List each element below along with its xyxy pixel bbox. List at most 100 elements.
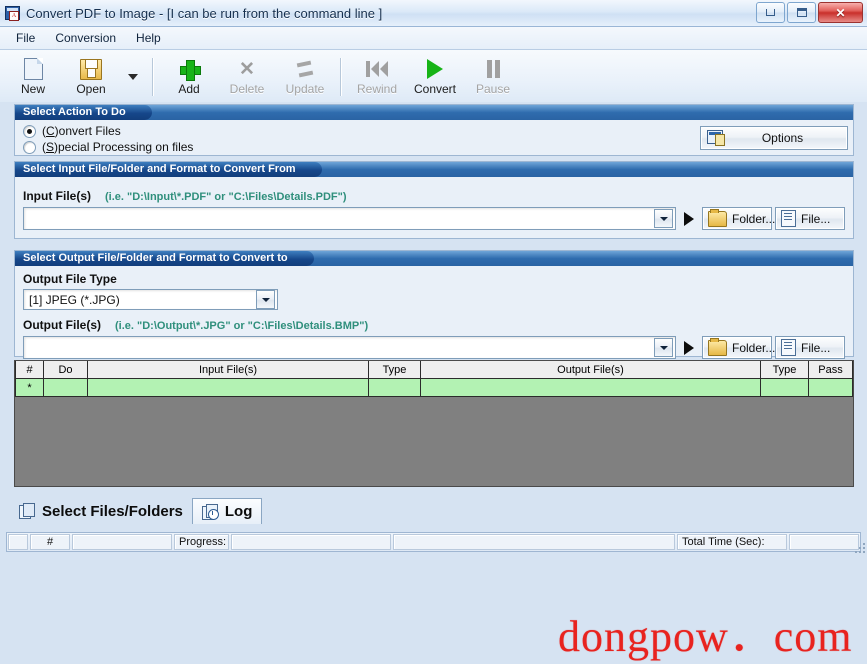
input-file-label: Input File(s) (23, 189, 91, 203)
toolbar-button-pause[interactable]: Pause (464, 50, 522, 104)
chevron-down-icon (128, 74, 138, 80)
maximize-button[interactable] (787, 2, 816, 23)
file-icon (781, 210, 796, 227)
options-window-icon (707, 130, 725, 146)
pause-icon (486, 58, 500, 80)
row-cell-pass[interactable] (808, 378, 853, 397)
table-row[interactable]: * (15, 378, 853, 397)
files-folders-icon (19, 503, 36, 519)
menu-item-file[interactable]: File (6, 29, 45, 47)
output-panel-body: Output File Type [1] JPEG (*.JPG) Output… (15, 266, 853, 365)
toolbar-button-new[interactable]: New (4, 50, 62, 104)
output-panel-header: Select Output File/Folder and Format to … (15, 251, 853, 266)
row-cell-output-type[interactable] (760, 378, 809, 397)
output-type-combo[interactable]: [1] JPEG (*.JPG) (23, 289, 278, 310)
output-panel: Select Output File/Folder and Format to … (14, 250, 854, 359)
files-grid[interactable]: # Do Input File(s) Type Output File(s) T… (14, 360, 854, 487)
toolbar-open-dropdown[interactable] (120, 50, 146, 104)
toolbar: New Open Add ✕ Delete Update Rewind Conv… (0, 50, 867, 105)
input-file-go-button[interactable] (679, 207, 699, 230)
column-header-input-files[interactable]: Input File(s) (87, 361, 369, 379)
status-progress-bar (231, 534, 391, 550)
row-cell-input[interactable] (87, 378, 369, 397)
toolbar-separator (152, 58, 154, 96)
toolbar-button-update[interactable]: Update (276, 50, 334, 104)
toolbar-label-delete: Delete (229, 82, 265, 96)
output-type-value: [1] JPEG (*.JPG) (29, 292, 120, 307)
row-cell-input-type[interactable] (368, 378, 421, 397)
input-folder-button[interactable]: Folder... (702, 207, 776, 230)
close-button[interactable]: ✕ (818, 2, 863, 23)
toolbar-button-add[interactable]: Add (160, 50, 218, 104)
window-controls: ✕ (756, 2, 863, 23)
toolbar-label-open: Open (76, 82, 106, 96)
output-folder-button[interactable]: Folder... (702, 336, 775, 359)
radio-convert-files-indicator (23, 124, 36, 138)
toolbar-button-open[interactable]: Open (62, 50, 120, 104)
column-header-number[interactable]: # (15, 361, 44, 379)
action-panel: Select Action To Do (C)onvert Files (S)p… (14, 104, 854, 156)
radio-special-processing-indicator (23, 140, 36, 154)
menu-item-conversion[interactable]: Conversion (45, 29, 126, 47)
input-panel-header: Select Input File/Folder and Format to C… (15, 162, 853, 177)
tab-strip: Select Files/Folders Log (10, 492, 861, 524)
files-grid-table: # Do Input File(s) Type Output File(s) T… (15, 361, 853, 397)
toolbar-label-update: Update (285, 82, 325, 96)
column-header-output-type[interactable]: Type (760, 361, 809, 379)
action-panel-header: Select Action To Do (15, 105, 853, 120)
app-icon: A (5, 5, 21, 21)
new-document-icon (23, 58, 43, 80)
rewind-icon (366, 58, 388, 80)
radio-special-processing-label: (S)pecial Processing on files (42, 140, 194, 154)
toolbar-button-rewind[interactable]: Rewind (348, 50, 406, 104)
files-grid-header-row: # Do Input File(s) Type Output File(s) T… (15, 361, 853, 379)
output-file-button[interactable]: File... (775, 336, 845, 359)
tab-log[interactable]: Log (191, 498, 263, 524)
toolbar-label-new: New (20, 82, 45, 96)
column-header-input-type[interactable]: Type (368, 361, 421, 379)
input-panel: Select Input File/Folder and Format to C… (14, 161, 854, 239)
output-file-hint: (i.e. "D:\Output\*.JPG" or "C:\Files\Det… (115, 320, 369, 332)
toolbar-button-delete[interactable]: ✕ Delete (218, 50, 276, 104)
input-file-combo[interactable] (23, 207, 676, 230)
output-file-go-button[interactable] (679, 336, 699, 359)
resize-grip[interactable] (853, 541, 865, 553)
column-header-do[interactable]: Do (43, 361, 88, 379)
log-clock-icon (201, 503, 219, 520)
input-file-dropdown-arrow[interactable] (654, 209, 673, 228)
tab-select-files-folders-label: Select Files/Folders (42, 502, 183, 520)
action-panel-title: Select Action To Do (15, 105, 152, 120)
green-plus-icon (179, 58, 201, 81)
output-file-label: Output File(s) (23, 318, 101, 332)
open-folder-icon (80, 58, 102, 80)
toolbar-label-convert: Convert (413, 82, 457, 96)
menu-bar: File Conversion Help (0, 27, 867, 50)
options-button-label: Options (761, 131, 804, 145)
output-file-dropdown-arrow[interactable] (654, 338, 673, 357)
input-file-button-label: File... (801, 211, 831, 226)
status-message (393, 534, 675, 550)
status-progress-label: Progress: (174, 534, 229, 550)
input-panel-title: Select Input File/Folder and Format to C… (15, 162, 322, 177)
tab-select-files-folders[interactable]: Select Files/Folders (10, 498, 192, 524)
toolbar-label-pause: Pause (475, 82, 511, 96)
toolbar-label-rewind: Rewind (356, 82, 398, 96)
green-play-icon (427, 58, 443, 80)
output-file-button-label: File... (801, 340, 831, 355)
refresh-icon (296, 58, 314, 80)
minimize-button[interactable] (756, 2, 785, 23)
column-header-output-files[interactable]: Output File(s) (420, 361, 761, 379)
output-file-combo[interactable] (23, 336, 676, 359)
row-cell-output[interactable] (420, 378, 761, 397)
status-count-value (72, 534, 172, 550)
row-cell-do[interactable] (43, 378, 88, 397)
tab-log-label: Log (224, 503, 253, 520)
input-folder-button-label: Folder... (732, 211, 776, 226)
toolbar-button-convert[interactable]: Convert (406, 50, 464, 104)
output-panel-title: Select Output File/Folder and Format to … (15, 251, 314, 266)
input-file-button[interactable]: File... (775, 207, 845, 230)
options-button[interactable]: Options (700, 126, 848, 150)
output-type-dropdown-arrow[interactable] (256, 290, 275, 309)
column-header-pass[interactable]: Pass (808, 361, 853, 379)
menu-item-help[interactable]: Help (126, 29, 171, 47)
